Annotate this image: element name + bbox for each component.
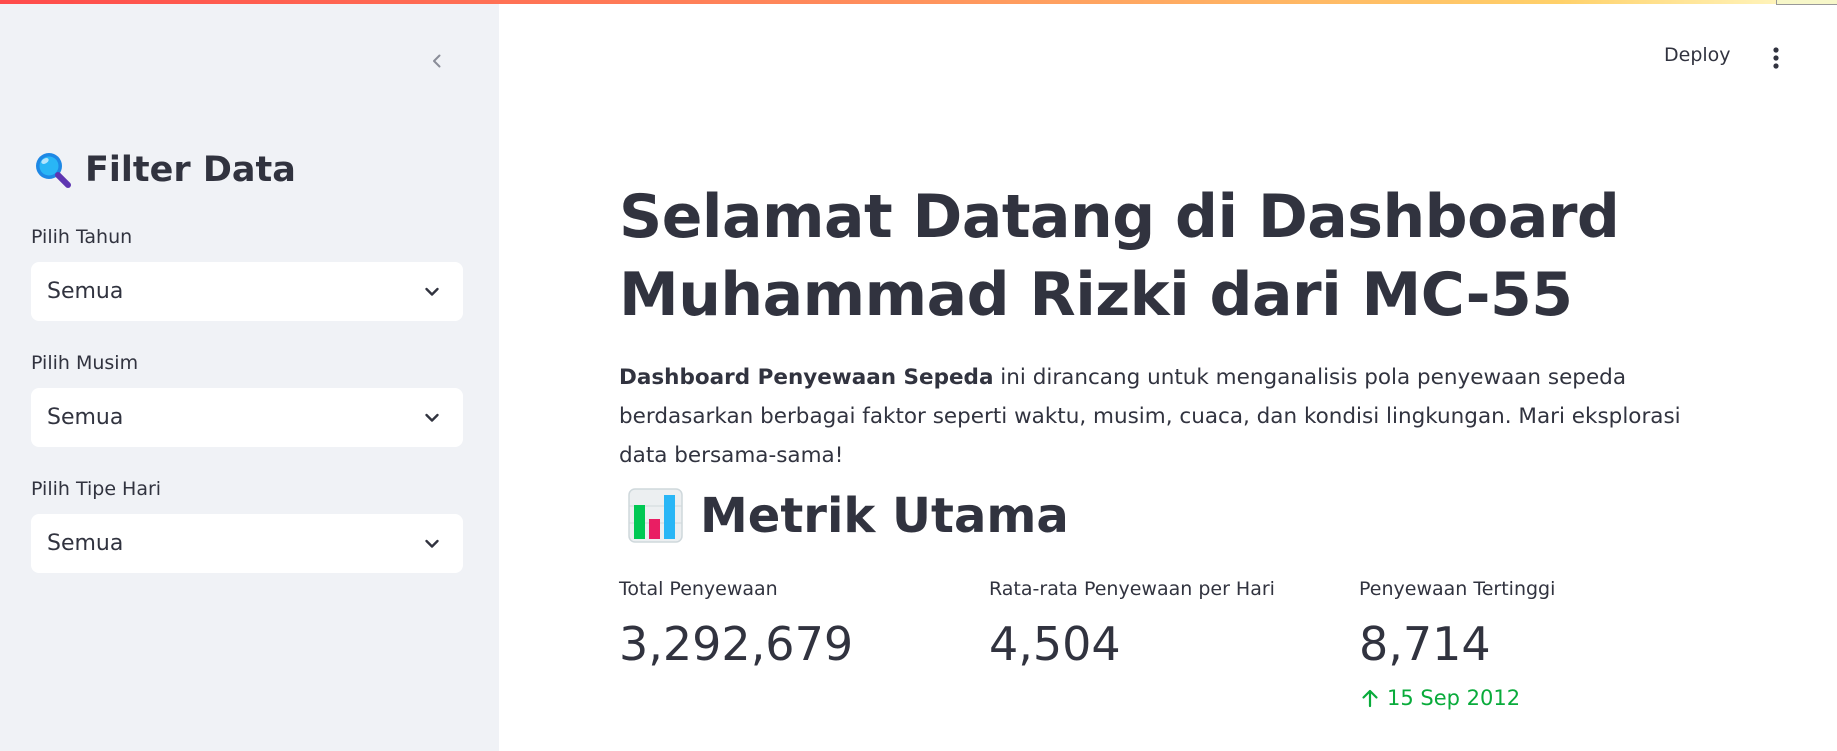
- intro-bold-text: Dashboard Penyewaan Sepeda: [619, 365, 994, 390]
- main-menu-button[interactable]: [1766, 44, 1786, 72]
- arrow-up-icon: [1362, 689, 1378, 708]
- year-select[interactable]: Semua: [31, 262, 463, 321]
- metric-delta: 15 Sep 2012: [1359, 686, 1689, 710]
- daytype-select-value: Semua: [47, 531, 124, 556]
- sidebar-title-text: Filter Data: [85, 150, 296, 190]
- page-title: Selamat Datang di Dashboard Muhammad Riz…: [619, 182, 1620, 330]
- metric-label: Penyewaan Tertinggi: [1359, 578, 1556, 600]
- collapse-sidebar-button[interactable]: [423, 47, 451, 75]
- sidebar-title: Filter Data: [33, 150, 296, 190]
- sidebar: Filter Data Pilih Tahun Semua Pilih Musi…: [0, 0, 499, 751]
- season-select[interactable]: Semua: [31, 388, 463, 447]
- daytype-select[interactable]: Semua: [31, 514, 463, 573]
- section-title-text: Metrik Utama: [700, 487, 1069, 544]
- magnifying-glass-icon: [36, 153, 71, 188]
- metric-value: 8,714: [1359, 617, 1491, 671]
- metric-average-rentals: Rata-rata Penyewaan per Hari 4,504: [989, 578, 1319, 672]
- chevron-down-icon: [425, 413, 439, 422]
- daytype-filter-label: Pilih Tipe Hari: [31, 478, 162, 500]
- metric-value: 4,504: [989, 617, 1121, 671]
- season-select-value: Semua: [47, 405, 124, 430]
- bar-chart-icon: [628, 488, 683, 543]
- chevron-down-icon: [425, 539, 439, 548]
- metric-label: Total Penyewaan: [619, 578, 778, 600]
- intro-paragraph: Dashboard Penyewaan Sepeda ini dirancang…: [619, 358, 1719, 475]
- corner-marker: [1776, 0, 1837, 5]
- top-decoration-bar: [0, 0, 1837, 4]
- section-title: Metrik Utama: [627, 487, 1069, 544]
- season-filter-label: Pilih Musim: [31, 352, 139, 374]
- metric-value: 3,292,679: [619, 617, 854, 671]
- metric-label: Rata-rata Penyewaan per Hari: [989, 578, 1275, 600]
- deploy-button[interactable]: Deploy: [1664, 44, 1731, 66]
- year-select-value: Semua: [47, 279, 124, 304]
- chevron-left-icon: [433, 54, 441, 68]
- metric-total-rentals: Total Penyewaan 3,292,679: [619, 578, 949, 672]
- more-vertical-icon: [1773, 47, 1779, 69]
- year-filter-label: Pilih Tahun: [31, 226, 133, 248]
- chevron-down-icon: [425, 287, 439, 296]
- metric-highest-rentals: Penyewaan Tertinggi 8,714 15 Sep 2012: [1359, 578, 1689, 710]
- metric-delta-text: 15 Sep 2012: [1387, 686, 1521, 710]
